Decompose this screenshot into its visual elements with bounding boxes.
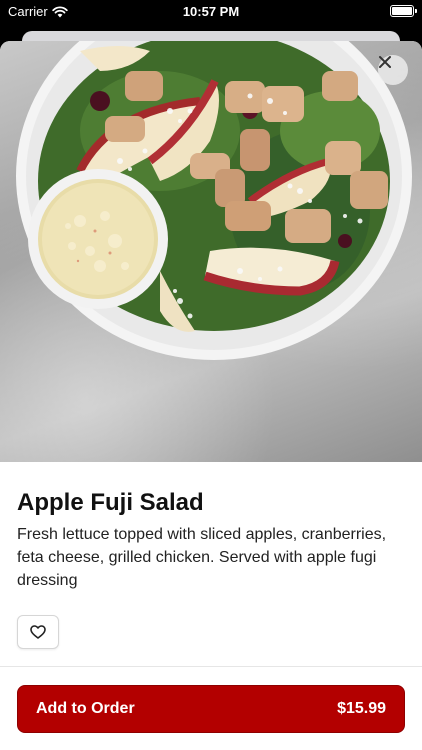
- favorite-button[interactable]: [17, 615, 59, 649]
- divider: [0, 666, 422, 667]
- add-to-order-button[interactable]: Add to Order $15.99: [17, 685, 405, 733]
- status-time: 10:57 PM: [182, 4, 240, 19]
- item-title: Apple Fuji Salad: [17, 489, 204, 516]
- item-detail-sheet: Apple Fuji Salad Fresh lettuce topped wi…: [0, 41, 422, 750]
- close-button[interactable]: [378, 55, 408, 85]
- item-photo: [0, 41, 422, 462]
- item-price: $15.99: [337, 700, 386, 717]
- heart-icon: [30, 625, 46, 639]
- add-to-order-label: Add to Order: [36, 700, 135, 717]
- item-description: Fresh lettuce topped with sliced apples,…: [17, 526, 387, 589]
- status-bar: Carrier 10:57 PM: [0, 0, 422, 24]
- close-icon: [379, 56, 391, 68]
- battery-icon: [390, 5, 417, 17]
